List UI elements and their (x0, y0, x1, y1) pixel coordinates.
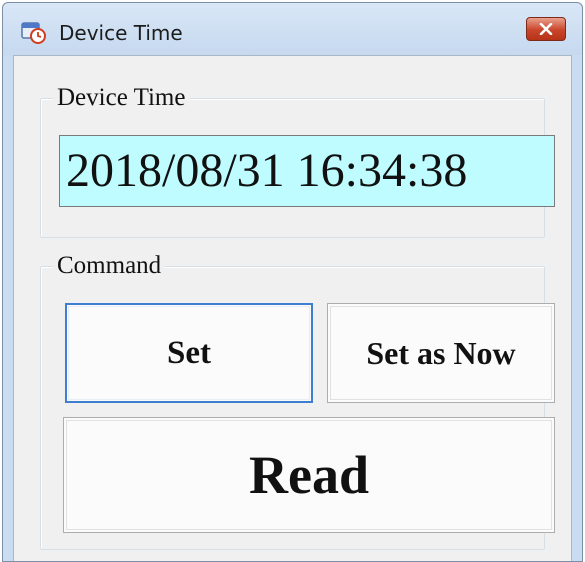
window-title: Device Time (59, 21, 183, 45)
close-icon (539, 23, 553, 35)
command-group: Command Set Set as Now Read (40, 252, 555, 550)
clock-calendar-icon (21, 19, 47, 45)
command-legend: Command (53, 252, 166, 280)
read-button[interactable]: Read (63, 417, 555, 533)
close-button[interactable] (526, 17, 566, 41)
device-time-group: Device Time 2018/08/31 16:34:38 (40, 84, 555, 238)
title-bar[interactable]: Device Time (3, 3, 582, 55)
set-as-now-button[interactable]: Set as Now (327, 303, 555, 403)
set-button[interactable]: Set (65, 303, 313, 403)
device-time-window: Device Time Device Time 2018/08/31 16:34… (2, 2, 583, 562)
device-time-field[interactable]: 2018/08/31 16:34:38 (59, 135, 555, 207)
device-time-legend: Device Time (53, 84, 190, 112)
window-client-area: Device Time 2018/08/31 16:34:38 Command … (13, 55, 572, 561)
